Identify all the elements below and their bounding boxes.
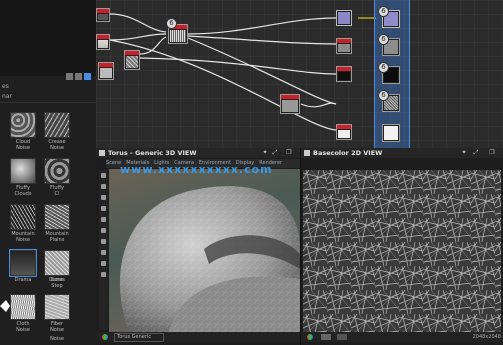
library-item-thumbnail[interactable] (10, 112, 36, 138)
view3d-side-toolbar (99, 170, 108, 330)
library-item-thumbnail[interactable] (44, 112, 70, 138)
camera-icon[interactable] (101, 206, 106, 211)
library-tab-es[interactable]: es (2, 83, 9, 92)
library-item-label: Fluffy Cl (50, 185, 64, 197)
grid-view-icon[interactable] (66, 73, 73, 80)
library-item-label: Mountain Plains (45, 231, 69, 243)
filter-icon[interactable] (84, 73, 91, 80)
color-wheel-icon[interactable] (102, 334, 108, 340)
library-item-thumbnail[interactable] (44, 204, 70, 230)
graph-node-2[interactable] (96, 34, 110, 50)
move-tool-icon[interactable] (101, 184, 106, 189)
graph-node-5[interactable] (280, 94, 300, 114)
view3d-viewport[interactable] (109, 169, 300, 332)
rotate-tool-icon[interactable] (101, 195, 106, 200)
library-item-thumbnail[interactable] (44, 250, 70, 276)
library-item-label: Cloud Noise (15, 139, 31, 151)
tile-toggle[interactable] (337, 334, 347, 340)
pin-icon[interactable]: ✦ (262, 150, 268, 156)
library-item-thumbnail[interactable] (10, 204, 36, 230)
library-grid: Cloud Noise Crease Noise Fluffy Clouds Fluf… (0, 104, 96, 344)
torus-render (119, 186, 300, 332)
expand-icon[interactable]: ⤢ (272, 150, 278, 156)
library-item-thumbnail[interactable] (9, 249, 37, 277)
graph-node-roughness-in[interactable] (336, 66, 352, 82)
output-node-height[interactable] (382, 124, 400, 142)
graph-node-height-in[interactable] (336, 124, 352, 140)
library-item-thumbnail[interactable] (10, 294, 36, 320)
view3d-title: Torus - Generic 3D VIEW (108, 149, 197, 157)
node-badge: 6 (378, 90, 389, 101)
graph-node-basecolor-in[interactable] (336, 10, 352, 26)
node-badge: 6 (378, 34, 389, 45)
node-badge: 6 (166, 18, 177, 29)
graph-node-4[interactable] (98, 62, 114, 80)
color-wheel-icon[interactable] (307, 334, 313, 340)
geometry-select[interactable]: Torus Generic (114, 333, 164, 342)
frame-icon[interactable] (101, 239, 106, 244)
view2d-viewport[interactable] (303, 170, 501, 332)
view2d-resolution: 2048x2048 (472, 334, 501, 340)
channel-toggle[interactable] (321, 334, 331, 340)
view3d-icon (99, 150, 105, 156)
view2d-footer: 2048x2048 (301, 332, 503, 342)
watermark-text: www.xxxxxxxxxx.com (120, 163, 273, 176)
light-icon[interactable] (101, 217, 106, 222)
library-toolbar (64, 72, 94, 81)
fiber-texture (303, 170, 501, 332)
expand-icon[interactable]: ⤢ (473, 150, 479, 156)
list-view-icon[interactable] (75, 73, 82, 80)
graph-node-normal-in[interactable] (336, 38, 352, 54)
library-item-label: Cloth Noise (16, 321, 30, 333)
view2d-panel: Basecolor 2D VIEW ✦ ⤢ ❐ 2048x2048 (300, 148, 503, 345)
library-panel: es nar Cloud Noise Crease Noise Fluffy Clo… (0, 0, 96, 345)
library-item-thumbnail[interactable] (44, 294, 70, 320)
pin-icon[interactable]: ✦ (461, 150, 467, 156)
scroll-marker (0, 297, 10, 312)
library-top-area (0, 0, 96, 76)
library-item-thumbnail[interactable] (44, 158, 70, 184)
view3d-panel: Torus - Generic 3D VIEW ✦ ⤢ ❐ Scene Mater… (96, 148, 300, 345)
node-graph[interactable]: 6 6 6 6 6 (96, 0, 503, 148)
eye-icon[interactable] (101, 250, 106, 255)
grid-icon[interactable] (101, 228, 106, 233)
library-footer-label: Noise (50, 336, 64, 342)
divider (0, 102, 96, 103)
render-icon[interactable] (101, 272, 106, 277)
library-tab-nar[interactable]: nar (2, 93, 12, 102)
node-badge: 6 (378, 62, 389, 73)
graph-node-3[interactable] (124, 50, 140, 70)
graph-connections (109, 13, 376, 131)
library-item-label: Cone Step (50, 277, 64, 289)
float-icon[interactable]: ❐ (286, 150, 292, 156)
library-item-label: Fluffy Clouds (14, 185, 32, 197)
float-icon[interactable]: ❐ (489, 150, 495, 156)
view2d-title: Basecolor 2D VIEW (313, 149, 383, 157)
settings-icon[interactable] (101, 261, 106, 266)
view3d-titlebar: Torus - Generic 3D VIEW (96, 148, 300, 158)
view3d-footer: Torus Generic (96, 332, 300, 342)
library-item-thumbnail[interactable] (10, 158, 36, 184)
library-item-label: Mountain Noise (11, 231, 35, 243)
view3d-menu-scene[interactable]: Scene (106, 160, 121, 166)
view2d-icon (304, 150, 310, 156)
library-item-label: Drama (14, 277, 32, 283)
node-badge: 6 (378, 6, 389, 17)
library-item-label: Fiber Noise (50, 321, 64, 333)
graph-node-1[interactable] (96, 8, 110, 22)
select-tool-icon[interactable] (101, 173, 106, 178)
library-item-label: Crease Noise (48, 139, 66, 151)
